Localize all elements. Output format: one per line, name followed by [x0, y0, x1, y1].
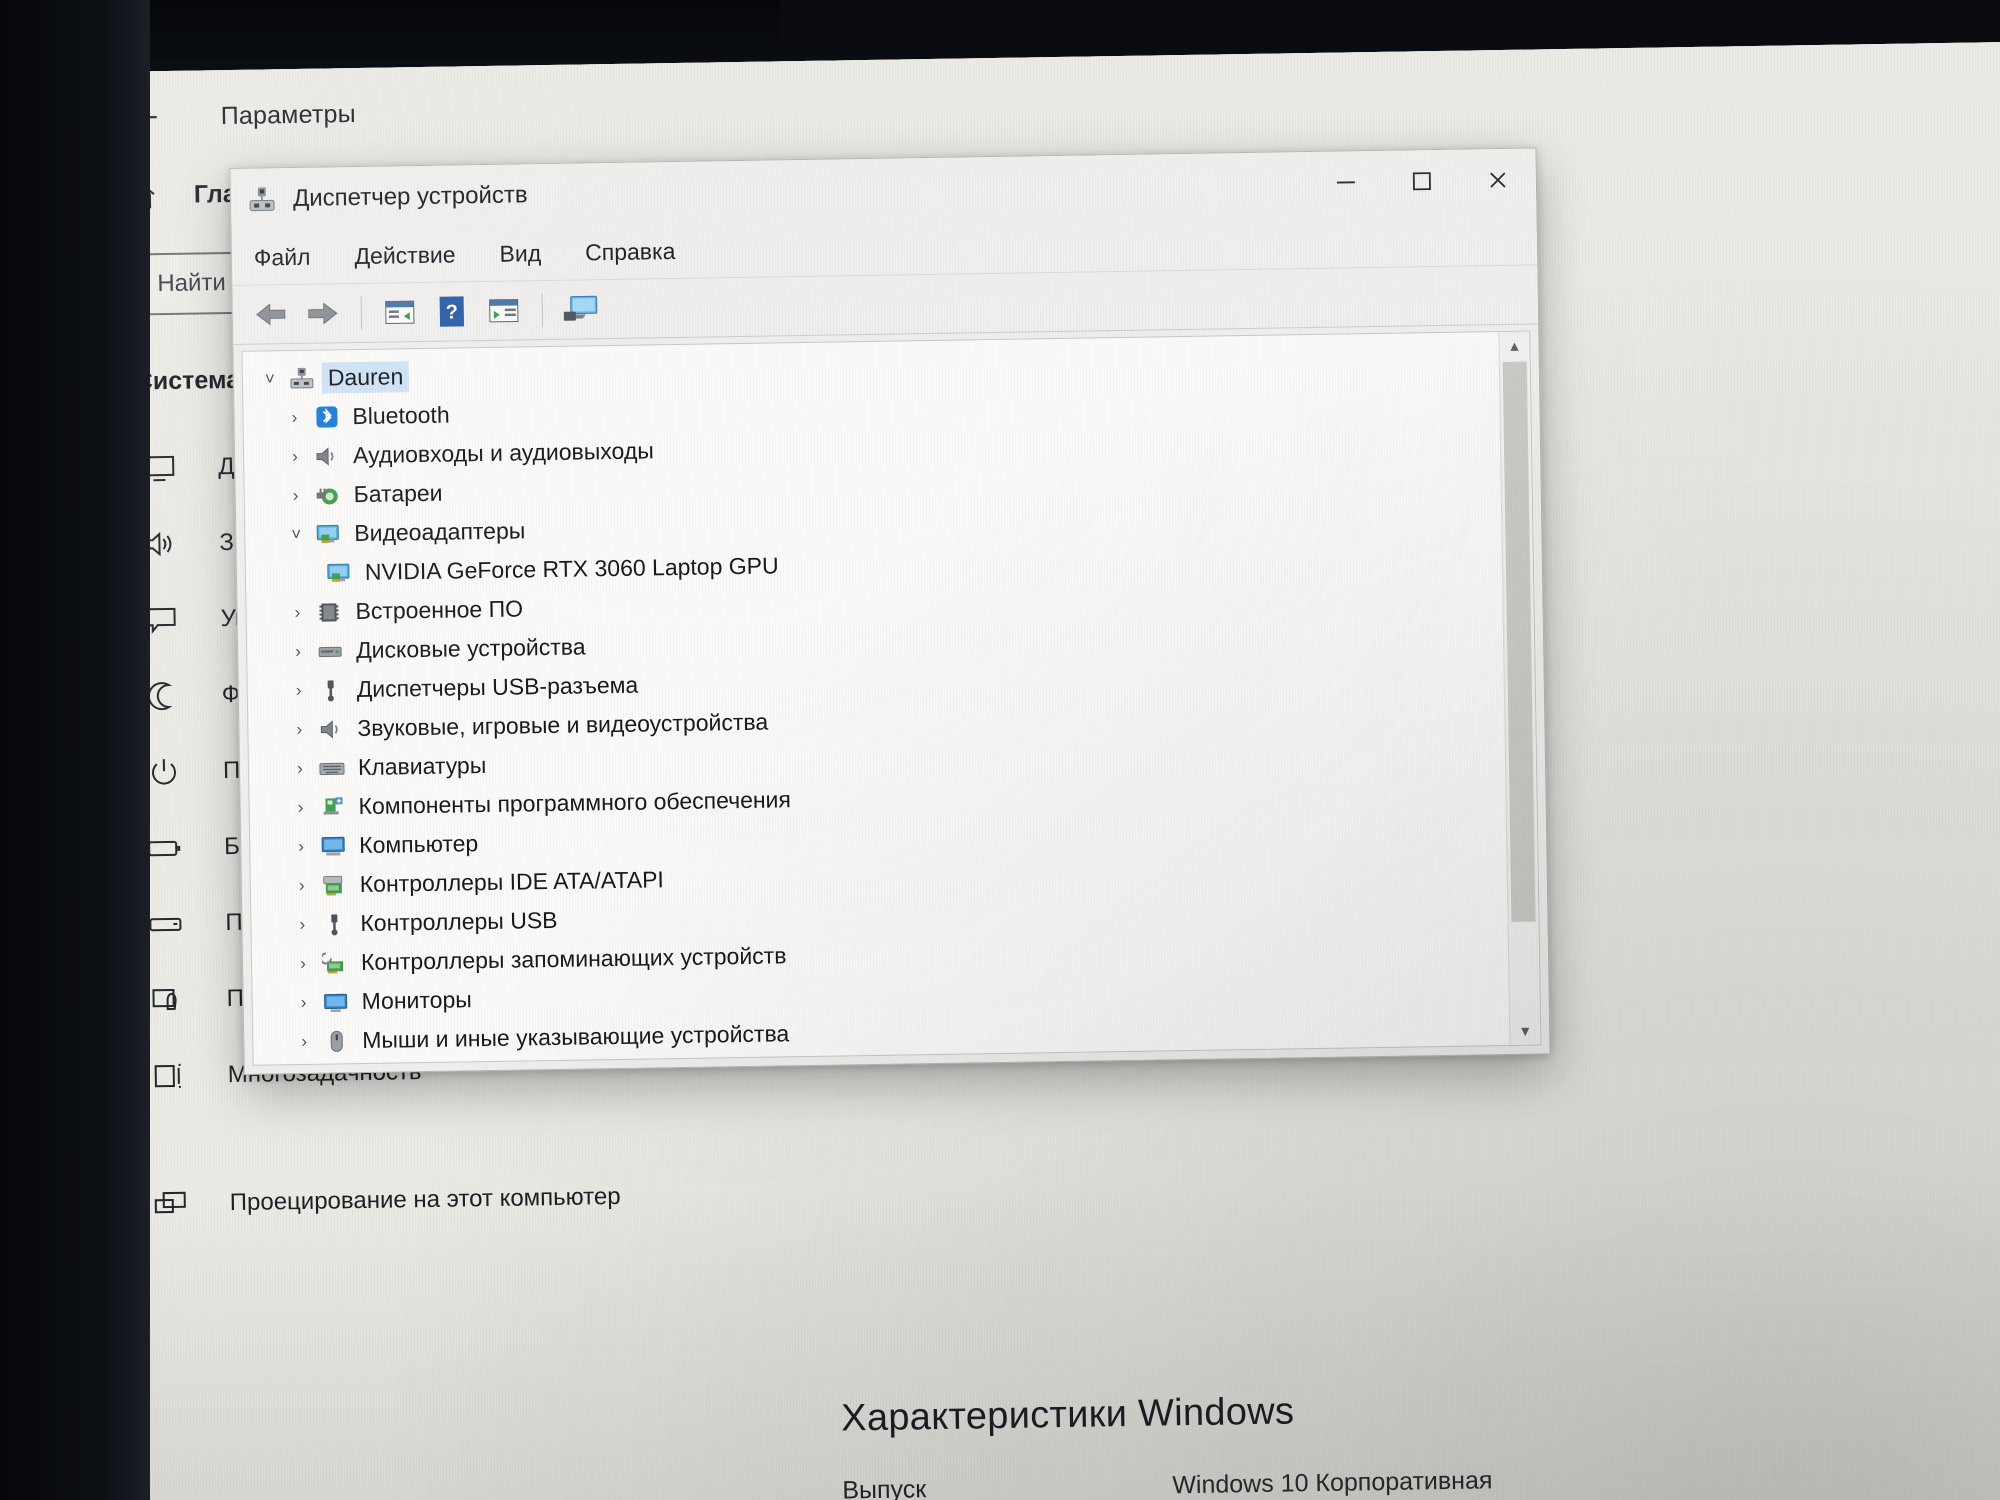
- chevron-right-icon[interactable]: ›: [285, 875, 319, 896]
- storage-icon: [147, 905, 186, 944]
- firmware-icon: [314, 599, 344, 625]
- projection-icon: [151, 1185, 190, 1224]
- menu-item-file[interactable]: Файл: [254, 243, 311, 271]
- sidebar-item-projecting[interactable]: Проецирование на этот компьютер: [117, 1157, 718, 1242]
- properties-icon[interactable]: [375, 289, 424, 336]
- chevron-right-icon[interactable]: ›: [280, 602, 314, 623]
- device-tree-panel: ˅ Dauren › Bluetooth › Аудиовходы и ауди…: [241, 330, 1542, 1066]
- back-arrow-icon[interactable]: [246, 291, 295, 338]
- audio-icon: [312, 443, 342, 469]
- help-icon[interactable]: ?: [427, 288, 476, 335]
- svg-text:?: ?: [446, 301, 459, 323]
- sidebar-label: Проецирование на этот компьютер: [229, 1182, 621, 1217]
- tree-node-label: Диспетчеры USB-разъема: [356, 671, 639, 703]
- toolbar-separator: [541, 293, 544, 328]
- windows-spec-heading: Характеристики Windows: [840, 1390, 1295, 1440]
- tree-node-label: Компьютер: [358, 830, 479, 859]
- chevron-right-icon[interactable]: ›: [279, 485, 313, 506]
- bezel-left: [0, 0, 150, 1500]
- chevron-right-icon[interactable]: ›: [287, 1031, 321, 1052]
- audio-icon: [316, 716, 346, 742]
- chevron-right-icon[interactable]: ›: [283, 797, 317, 818]
- scan-hardware-icon[interactable]: [556, 286, 605, 333]
- tree-node-label: Звуковые, игровые и видеоустройства: [357, 708, 769, 742]
- settings-window-title: Параметры: [220, 99, 356, 130]
- disk-icon: [315, 638, 345, 664]
- update-driver-icon[interactable]: [479, 287, 528, 334]
- chevron-right-icon[interactable]: ›: [283, 758, 317, 779]
- close-icon[interactable]: [1459, 148, 1536, 211]
- tree-node-label: Видеоадаптеры: [354, 517, 526, 547]
- minimize-icon[interactable]: [1307, 151, 1384, 214]
- tree-node-label: Контроллеры IDE ATA/ATAPI: [359, 866, 665, 898]
- screen-surface: Параметры Главная Найти параметр Система: [100, 41, 2000, 1500]
- monitor-icon: [320, 989, 350, 1015]
- windows-specifications-section: Характеристики Windows Выпуск Windows 10…: [841, 1387, 1493, 1500]
- tree-node-label: Очереди печати: [363, 1063, 536, 1064]
- chevron-down-icon[interactable]: ˅: [253, 369, 287, 390]
- scroll-up-icon[interactable]: ▲: [1499, 332, 1529, 360]
- tree-node-label: Мониторы: [361, 986, 472, 1015]
- maximize-icon[interactable]: [1383, 150, 1460, 213]
- mouse-icon: [321, 1028, 351, 1054]
- chevron-right-icon[interactable]: ›: [282, 719, 316, 740]
- usb-connector-icon: [316, 677, 346, 703]
- chevron-right-icon[interactable]: ›: [286, 992, 320, 1013]
- chevron-down-icon[interactable]: ˅: [279, 524, 313, 545]
- tree-node-label: Bluetooth: [352, 401, 450, 430]
- display-adapter-icon: [324, 560, 354, 586]
- bezel-top-right: [780, 0, 2000, 40]
- device-manager-title: Диспетчер устройств: [292, 181, 528, 212]
- tree-node-label: Dauren: [321, 361, 410, 394]
- multitasking-icon: [149, 1057, 188, 1096]
- menu-item-action[interactable]: Действие: [354, 241, 456, 270]
- chevron-right-icon[interactable]: ›: [277, 407, 311, 428]
- menu-item-view[interactable]: Вид: [499, 240, 541, 268]
- tree-node-label: Контроллеры USB: [360, 906, 558, 937]
- ide-controller-icon: [319, 872, 349, 898]
- display-adapter-icon: [313, 521, 343, 547]
- chevron-right-icon[interactable]: ›: [282, 680, 316, 701]
- tree-node-label: Контроллеры запоминающих устройств: [360, 942, 787, 976]
- laptop-screen-photo: Параметры Главная Найти параметр Система: [0, 0, 2000, 1500]
- usb-icon: [319, 911, 349, 937]
- chevron-right-icon[interactable]: ›: [286, 953, 320, 974]
- tree-node-label: Клавиатуры: [357, 752, 487, 781]
- chevron-right-icon[interactable]: ›: [281, 641, 315, 662]
- forward-arrow-icon[interactable]: [298, 290, 347, 337]
- toolbar-separator: [360, 295, 363, 330]
- computer-icon: [318, 833, 348, 859]
- storage-controller-icon: [320, 950, 350, 976]
- chevron-right-icon[interactable]: ›: [285, 914, 319, 935]
- window-controls: [1307, 148, 1536, 214]
- tree-node-label: Встроенное ПО: [355, 595, 524, 625]
- tree-node-label: Дисковые устройства: [355, 633, 586, 664]
- tree-node-label: NVIDIA GeForce RTX 3060 Laptop GPU: [364, 552, 779, 585]
- tree-node-label: Батареи: [353, 479, 443, 508]
- bluetooth-icon: [311, 404, 341, 430]
- scrollbar-thumb[interactable]: [1502, 361, 1536, 922]
- battery-icon: [146, 829, 185, 868]
- keyboard-icon: [317, 755, 347, 781]
- tablet-icon: [148, 981, 187, 1020]
- chevron-right-icon[interactable]: ›: [278, 446, 312, 467]
- tree-node-label: Аудиовходы и аудиовыходы: [352, 437, 654, 469]
- tree-node-label: Компоненты программного обеспечения: [358, 786, 792, 820]
- power-icon: [145, 753, 184, 792]
- spec-row-edition: Выпуск Windows 10 Корпоративная: [842, 1466, 1493, 1500]
- menu-item-help[interactable]: Справка: [585, 237, 676, 265]
- device-manager-window: Диспетчер устройств Файл Действие Вид Сп…: [229, 147, 1551, 1075]
- battery-device-icon: [312, 482, 342, 508]
- computer-node-icon: [287, 365, 317, 391]
- device-manager-icon: [247, 184, 277, 214]
- chevron-right-icon[interactable]: ›: [284, 836, 318, 857]
- tree-node-label: Мыши и иные указывающие устройства: [362, 1020, 790, 1053]
- device-tree[interactable]: ˅ Dauren › Bluetooth › Аудиовходы и ауди…: [242, 332, 1510, 1065]
- scroll-down-icon[interactable]: ▼: [1510, 1016, 1540, 1044]
- software-component-icon: [317, 794, 347, 820]
- spec-value: Windows 10 Корпоративная: [1172, 1466, 1493, 1500]
- spec-key: Выпуск: [842, 1475, 927, 1500]
